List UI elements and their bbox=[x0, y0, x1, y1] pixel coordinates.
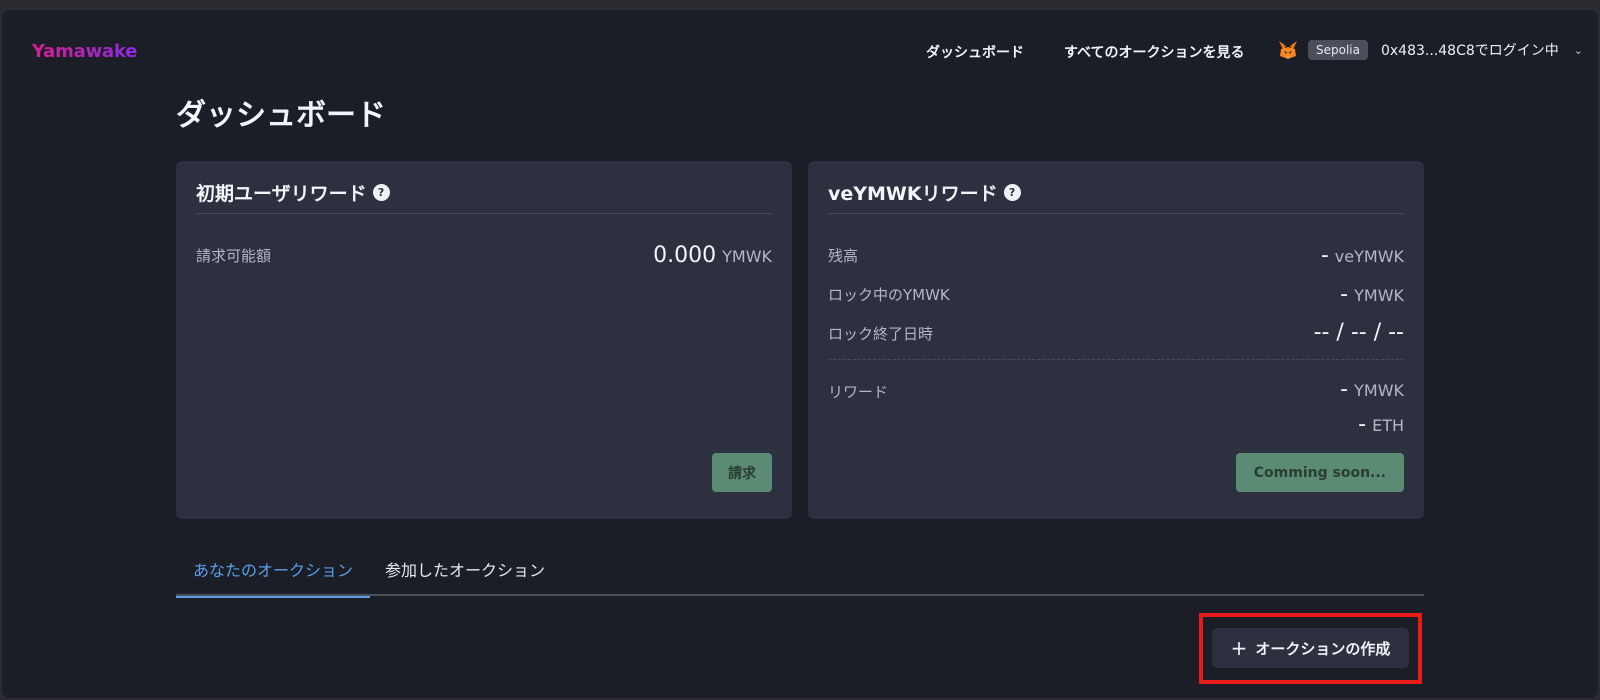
create-auction-button[interactable]: + オークションの作成 bbox=[1212, 628, 1409, 668]
claimable-label: 請求可能額 bbox=[196, 247, 272, 265]
reward-eth-unit: ETH bbox=[1372, 416, 1404, 435]
auction-tabs: あなたのオークション 参加したオークション bbox=[176, 558, 1424, 598]
app-logo[interactable]: Yamawake bbox=[32, 41, 138, 62]
reward-eth: - ETH bbox=[1358, 412, 1404, 437]
reward-eth-value: - bbox=[1358, 412, 1367, 437]
early-user-reward-card: 初期ユーザリワード ? 請求可能額 0.000 YMWK 請求 bbox=[176, 161, 792, 519]
create-auction-label: オークションの作成 bbox=[1255, 639, 1391, 658]
veymwk-reward-card: veYMWKリワード ? 残高 - veYMWK ロック中のYMWK - YMW… bbox=[808, 161, 1424, 519]
tab-your-auctions[interactable]: あなたのオークション bbox=[176, 558, 371, 598]
locked-unit: YMWK bbox=[1354, 286, 1404, 305]
lock-end-value: -- / -- / -- bbox=[1313, 320, 1404, 345]
balance-label: 残高 bbox=[828, 247, 859, 265]
help-icon[interactable]: ? bbox=[1003, 184, 1021, 201]
card-title: 初期ユーザリワード ? bbox=[196, 179, 390, 206]
locked-amount: - YMWK bbox=[1340, 282, 1404, 307]
reward-label: リワード bbox=[828, 383, 889, 401]
balance-unit: veYMWK bbox=[1334, 247, 1404, 266]
claimable-amount: 0.000 YMWK bbox=[653, 243, 772, 268]
account-menu[interactable]: Sepolia 0x483...48C8でログイン中 ⌄ bbox=[1277, 32, 1583, 68]
balance-amount: - veYMWK bbox=[1321, 243, 1404, 268]
coming-soon-button[interactable]: Comming soon... bbox=[1235, 453, 1404, 492]
reward-ymwk: - YMWK bbox=[1340, 377, 1404, 402]
locked-value: - bbox=[1340, 282, 1349, 307]
veymwk-reward-title: veYMWKリワード bbox=[828, 183, 998, 205]
claimable-value: 0.000 bbox=[653, 243, 717, 268]
early-user-reward-title: 初期ユーザリワード bbox=[196, 183, 367, 205]
dashed-divider bbox=[828, 359, 1404, 360]
card-title: veYMWKリワード ? bbox=[828, 179, 1021, 206]
help-icon[interactable]: ? bbox=[372, 184, 390, 201]
wallet-address: 0x483...48C8でログイン中 bbox=[1380, 43, 1559, 59]
lock-end-date: -- / -- / -- bbox=[1314, 320, 1404, 345]
reward-ymwk-value: - bbox=[1340, 377, 1349, 402]
claim-button[interactable]: 請求 bbox=[712, 453, 772, 492]
divider bbox=[828, 213, 1404, 214]
chevron-down-icon: ⌄ bbox=[1573, 43, 1583, 57]
reward-ymwk-unit: YMWK bbox=[1354, 381, 1404, 400]
locked-label: ロック中のYMWK bbox=[828, 286, 950, 304]
app-window: Yamawake ダッシュボード すべてのオークションを見る Sepolia 0… bbox=[2, 10, 1598, 698]
tab-joined-auctions[interactable]: 参加したオークション bbox=[368, 558, 562, 596]
claimable-unit: YMWK bbox=[722, 247, 772, 266]
plus-icon: + bbox=[1230, 636, 1248, 660]
lock-end-label: ロック終了日時 bbox=[828, 325, 934, 343]
metamask-fox-icon bbox=[1279, 41, 1297, 59]
nav-dashboard[interactable]: ダッシュボード bbox=[926, 42, 1024, 62]
network-badge: Sepolia bbox=[1308, 40, 1368, 60]
divider bbox=[196, 213, 772, 214]
balance-value: - bbox=[1320, 243, 1329, 268]
nav-all-auctions[interactable]: すべてのオークションを見る bbox=[1064, 42, 1244, 62]
page-title: ダッシュボード bbox=[176, 98, 386, 133]
